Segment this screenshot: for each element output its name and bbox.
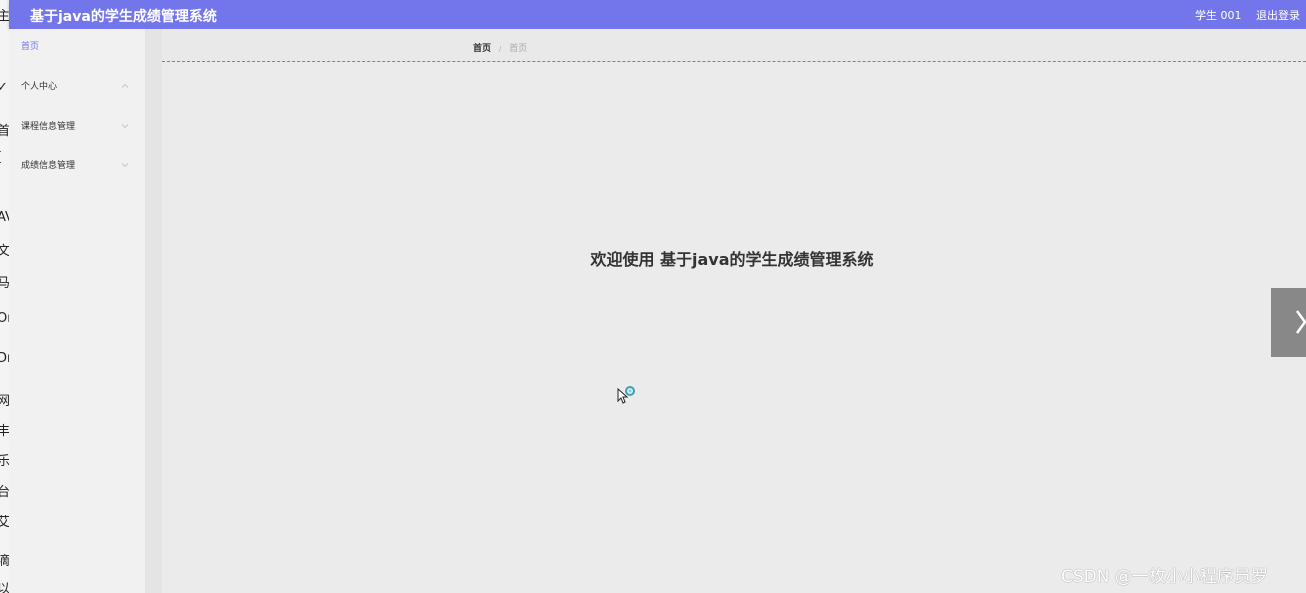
sidebar-item-personal-center[interactable]: 个人中心 <box>9 75 145 99</box>
chevron-up-icon <box>121 83 129 88</box>
logout-button[interactable]: 退出登录 <box>1256 7 1300 23</box>
sidebar-gutter <box>145 29 162 593</box>
breadcrumb-current: 首页 <box>509 44 528 54</box>
welcome-message: 欢迎使用 基于java的学生成绩管理系统 <box>590 250 874 269</box>
background-text: ✓ <box>0 80 8 95</box>
breadcrumb-home-link[interactable]: 首页 <box>473 44 491 54</box>
breadcrumb-bar: 首页 / 首页 <box>162 29 1306 62</box>
busy-cursor-icon <box>617 386 635 404</box>
sidebar-item-course-management[interactable]: 课程信息管理 <box>9 115 145 139</box>
sidebar-item-label: 成绩信息管理 <box>21 161 76 171</box>
app-title: 基于java的学生成绩管理系统 <box>30 9 217 25</box>
chevron-down-icon <box>121 163 129 168</box>
chevron-right-icon <box>1295 310 1306 334</box>
breadcrumb: 首页 / 首页 <box>473 41 527 54</box>
chevron-down-icon <box>121 124 129 129</box>
next-slide-button[interactable] <box>1271 288 1306 357</box>
sidebar-item-label: 首页 <box>21 42 40 52</box>
breadcrumb-separator: / <box>498 45 502 53</box>
current-user-label: 学生 001 <box>1195 9 1242 22</box>
app-window: 主 ✓ 首 [ AV 文 马 Or Dr 网 丰 乐 台 艾 滴 以 基于jav… <box>0 0 1306 593</box>
watermark: CSDN @一枚小小程序员罗 <box>1061 567 1268 587</box>
background-text: [ <box>0 150 2 165</box>
sidebar-item-home[interactable]: 首页 <box>9 35 145 59</box>
top-header: 基于java的学生成绩管理系统 学生 001 退出登录 <box>9 0 1306 29</box>
sidebar: 首页 个人中心 课程信息管理 成绩信息管理 <box>9 29 145 593</box>
sidebar-item-label: 课程信息管理 <box>21 122 76 132</box>
sidebar-item-label: 个人中心 <box>21 82 58 92</box>
sidebar-item-grade-management[interactable]: 成绩信息管理 <box>9 154 145 178</box>
main-content: 欢迎使用 基于java的学生成绩管理系统 <box>162 62 1306 593</box>
